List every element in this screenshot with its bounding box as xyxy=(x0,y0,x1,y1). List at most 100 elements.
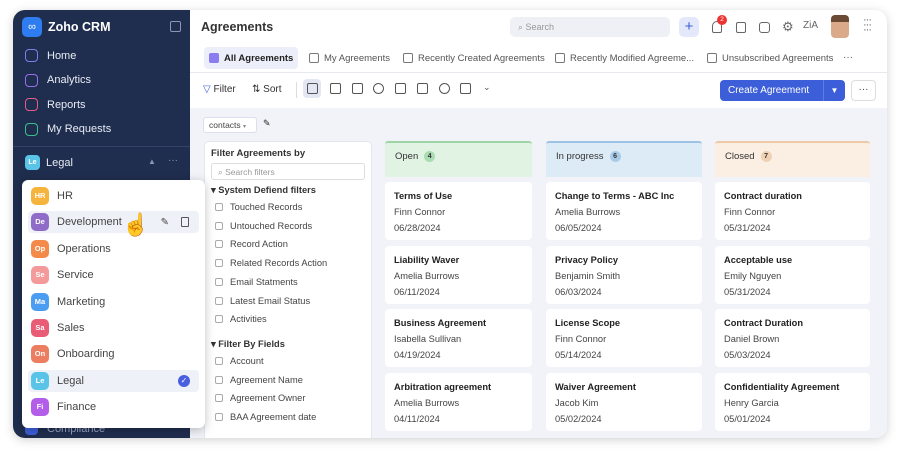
filter-option[interactable]: Record Action xyxy=(215,239,288,249)
card-owner: Amelia Burrows xyxy=(555,207,621,217)
sidebar-item-reports[interactable]: Reports xyxy=(25,98,86,111)
add-button[interactable]: + xyxy=(679,17,699,37)
team-item-onboarding[interactable]: On Onboarding xyxy=(28,343,199,365)
kanban-column-closed: Closed 7 Contract duration Finn Connor 05/31… xyxy=(715,141,870,438)
team-item-hr[interactable]: HR HR xyxy=(28,185,199,207)
kanban-view-icon[interactable] xyxy=(330,83,341,94)
table-view-icon[interactable] xyxy=(352,83,363,94)
team-badge: On xyxy=(31,345,49,364)
gear-icon[interactable]: ⚙ xyxy=(782,19,794,35)
checkbox[interactable] xyxy=(215,240,223,249)
sidebar-item-analytics[interactable]: Analytics xyxy=(25,73,91,87)
more-icon[interactable]: ··· xyxy=(168,155,178,166)
zia-icon[interactable]: ZiA xyxy=(803,20,818,31)
sidebar-item-my-requests[interactable]: My Requests xyxy=(25,122,111,136)
agreement-card[interactable]: Contract Duration Daniel Brown 05/03/2024 xyxy=(715,309,870,367)
avatar[interactable] xyxy=(831,15,849,38)
collapse-sidebar-icon[interactable] xyxy=(170,21,181,32)
filter-icon: ▽ xyxy=(203,84,211,95)
filter-panel-title: Filter Agreements by xyxy=(211,148,306,159)
tab-2[interactable]: Recently Created Agreements xyxy=(398,47,550,69)
chart-view-icon[interactable] xyxy=(373,83,384,94)
team-selector[interactable]: Le Legal xyxy=(25,155,73,170)
create-agreement-button[interactable]: Create Agreement ▼ xyxy=(720,80,845,101)
filter-option[interactable]: Touched Records xyxy=(215,202,302,212)
agreement-card[interactable]: Contract duration Finn Connor 05/31/2024 xyxy=(715,182,870,240)
checkbox[interactable] xyxy=(215,259,223,268)
filter-button[interactable]: ▽ Filter xyxy=(203,84,236,95)
marketplace-icon[interactable] xyxy=(759,22,770,33)
filter-search-input[interactable]: ⌕ Search filters xyxy=(211,163,365,180)
checkbox[interactable] xyxy=(215,315,223,324)
card-date: 06/11/2024 xyxy=(394,286,440,297)
tab-label: Recently Created Agreements xyxy=(418,52,545,64)
filter-option[interactable]: Agreement Name xyxy=(215,375,303,385)
card-date: 04/11/2024 xyxy=(394,413,440,424)
edit-icon[interactable]: ✎ xyxy=(263,118,271,129)
edit-icon[interactable]: ✎ xyxy=(161,217,169,228)
team-item-legal[interactable]: Le Legal ✓ xyxy=(28,369,199,392)
agreement-card[interactable]: Acceptable use Emily Nguyen 05/31/2024 xyxy=(715,245,870,304)
card-owner: Finn Connor xyxy=(394,207,446,217)
filter-option[interactable]: Related Records Action xyxy=(215,258,327,268)
checkbox[interactable] xyxy=(215,413,223,422)
filter-option[interactable]: Untouched Records xyxy=(215,221,312,231)
checkbox[interactable] xyxy=(215,357,223,365)
agreement-card[interactable]: Waiver Agreement Jacob Kim 05/02/2024 xyxy=(546,372,702,431)
tab-4[interactable]: Unsubscribed Agreements xyxy=(702,47,838,69)
agreement-card[interactable]: Terms of Use Finn Connor 06/28/2024 xyxy=(385,182,532,240)
app-name: Zoho CRM xyxy=(48,20,111,34)
agreement-card[interactable]: Business Agreement Isabella Sullivan 04/19… xyxy=(385,309,532,367)
caret-down-icon[interactable]: ▼ xyxy=(823,80,845,101)
card-owner: Finn Connor xyxy=(555,334,607,344)
sort-button[interactable]: ⇅ Sort xyxy=(252,84,282,95)
agreement-card[interactable]: Liability Waver Amelia Burrows 06/11/2024 xyxy=(385,245,532,304)
checkbox[interactable] xyxy=(215,203,223,211)
tab-0[interactable]: All Agreements xyxy=(204,47,299,69)
calendar-view-icon[interactable] xyxy=(460,83,471,94)
trash-icon[interactable] xyxy=(181,217,189,228)
field-filters-toggle[interactable]: ▾ Filter By Fields xyxy=(211,339,285,350)
search-input[interactable]: ⌕ Search xyxy=(510,17,670,37)
team-item-marketing[interactable]: Ma Marketing xyxy=(28,291,199,313)
team-item-development[interactable]: De Development ✎ xyxy=(28,211,199,234)
team-item-sales[interactable]: Sa Sales xyxy=(28,317,199,339)
calendar-icon[interactable] xyxy=(736,22,746,33)
filter-option[interactable]: Account xyxy=(215,356,264,366)
filter-option[interactable]: Latest Email Status xyxy=(215,296,310,306)
sidebar-item-home[interactable]: Home xyxy=(25,49,76,62)
view-icon xyxy=(403,53,413,63)
checkbox[interactable] xyxy=(215,277,223,286)
filter-option[interactable]: BAA Agreement date xyxy=(215,412,316,422)
team-item-operations[interactable]: Op Operations xyxy=(28,238,199,260)
agreement-card[interactable]: Arbitration agreement Amelia Burrows 04/11… xyxy=(385,372,532,431)
checkbox[interactable] xyxy=(215,394,223,403)
apps-grid-icon[interactable]: ··· ··· ··· xyxy=(863,15,872,36)
agreement-card[interactable]: License Scope Finn Connor 05/14/2024 xyxy=(546,309,702,367)
chevron-down-icon[interactable]: ⌄ xyxy=(483,82,491,93)
filter-option[interactable]: Email Statments xyxy=(215,277,298,287)
column-title: Open xyxy=(395,151,419,162)
filter-option[interactable]: Agreement Owner xyxy=(215,393,305,403)
more-actions-button[interactable]: ··· xyxy=(851,80,876,101)
checkbox[interactable] xyxy=(215,375,223,384)
tab-3[interactable]: Recently Modified Agreeme... xyxy=(550,47,699,69)
agreement-card[interactable]: Change to Terms - ABC Inc Amelia Burrows 0… xyxy=(546,182,702,240)
module-selector[interactable]: contacts ▾ xyxy=(203,117,257,133)
timeline-view-icon[interactable] xyxy=(417,83,428,94)
card-owner: Amelia Burrows xyxy=(394,270,460,281)
chevron-up-icon[interactable]: ▲ xyxy=(148,157,156,166)
team-item-service[interactable]: Se Service xyxy=(28,264,199,286)
team-item-finance[interactable]: Fi Finance xyxy=(28,396,199,418)
checkbox[interactable] xyxy=(215,296,223,305)
checkbox[interactable] xyxy=(215,221,223,230)
filter-option[interactable]: Activities xyxy=(215,314,267,324)
filter-option-label: Email Statments xyxy=(230,276,298,287)
map-view-icon[interactable] xyxy=(439,83,450,94)
more-tabs-icon[interactable]: ··· xyxy=(843,52,853,63)
sheet-view-icon[interactable] xyxy=(395,83,406,94)
tab-1[interactable]: My Agreements xyxy=(304,47,395,69)
agreement-card[interactable]: Confidentiality Agreement Henry Garcia 05/… xyxy=(715,372,870,431)
agreement-card[interactable]: Privacy Policy Benjamin Smith 06/03/2024 xyxy=(546,245,702,304)
system-filters-toggle[interactable]: ▾ System Defiend filters xyxy=(211,185,316,196)
